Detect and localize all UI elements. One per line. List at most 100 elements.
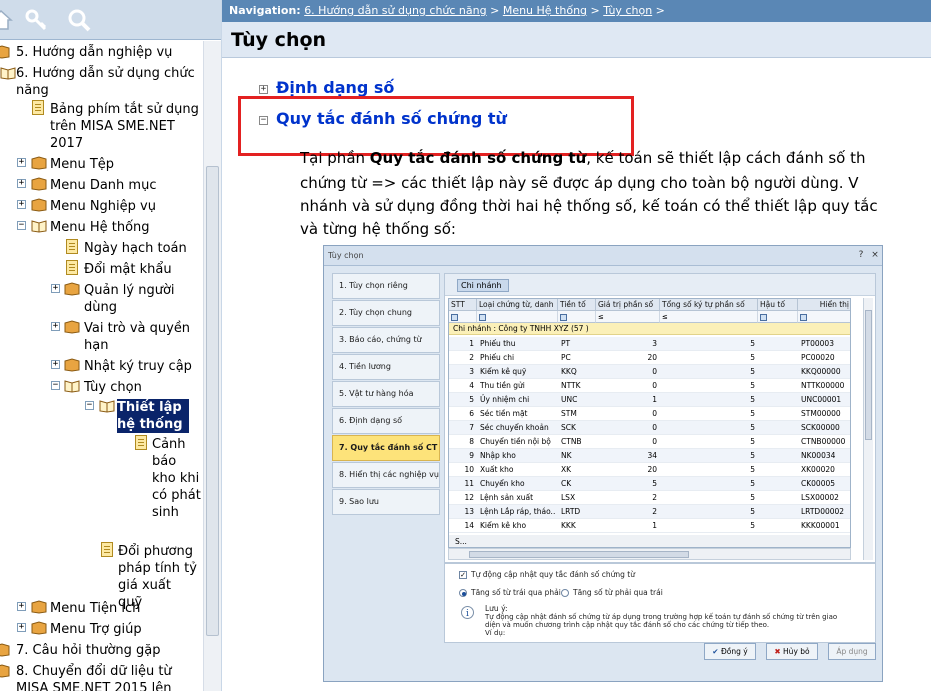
table-cell: 9 [469,451,474,460]
column-header: Loại chứng từ, danh [477,299,558,311]
table-cell: NK00034 [801,451,836,460]
radio-selected-icon [459,589,467,597]
dialog-menu-item-active: 7. Quy tắc đánh số CT [332,435,440,461]
tree-item-roles[interactable]: Vai trò và quyền hạn [84,320,194,354]
tree-item-menu-system[interactable]: Menu Hệ thống [50,219,200,236]
open-book-icon [0,66,16,80]
auto-update-label: Tự động cập nhật quy tắc đánh số chứng t… [471,570,635,579]
tree-item-menu-catalog[interactable]: Menu Danh mục [50,177,200,194]
table-cell: Nhập kho [480,451,516,460]
table-cell: 3 [469,367,474,376]
radio-icon [561,589,569,597]
expand-icon[interactable]: + [17,158,26,167]
cancel-button: ✖ Hủy bỏ [766,643,818,660]
search-icon[interactable] [66,7,92,33]
table-cell: Phiếu chi [480,353,515,362]
paragraph-line: và từng hệ thống số: [300,220,456,238]
table-cell: UNC [561,395,578,404]
tree-item-menu-utilities[interactable]: Menu Tiện ích [50,600,200,617]
note-title: Lưu ý: [485,604,508,613]
collapse-icon[interactable]: − [85,401,94,410]
breadcrumb-prefix: Navigation: [229,4,301,17]
table-cell: STM00000 [801,409,841,418]
home-icon[interactable] [0,7,14,33]
dialog-menu-item: 3. Báo cáo, chứng từ [332,327,440,353]
filter-icon [451,313,458,321]
table-cell: PC [561,353,571,362]
table-cell: CTNB [561,437,582,446]
tree-item-posting-date[interactable]: Ngày hạch toán [84,240,203,257]
table-cell: Séc chuyển khoản [480,423,549,432]
tree-item-menu-file[interactable]: Menu Tệp [50,156,200,173]
table-cell: Lệnh sản xuất [480,493,534,502]
table-cell: STM [561,409,577,418]
filter-cell [758,311,798,323]
tree-item-guide-business[interactable]: 5. Hướng dẫn nghiệp vụ [16,44,203,61]
table-cell: Phiếu thu [480,339,516,348]
open-book-icon [64,379,80,393]
column-header: STT [449,299,477,311]
table-row: 1 Phiếu thu PT 3 5 PT00003 [449,337,850,351]
breadcrumb-link-system[interactable]: Menu Hệ thống [503,4,587,17]
key-icon[interactable] [24,7,50,33]
breadcrumb-link-functions[interactable]: 6. Hướng dẫn sử dụng chức năng [304,4,486,17]
tree-item-faq[interactable]: 7. Câu hỏi thường gặp [16,642,203,659]
column-header: Giá trị phần số [596,299,660,311]
table-cell: 3 [652,339,657,348]
table-cell: 5 [750,367,755,376]
breadcrumb-link-options[interactable]: Tùy chọn [603,4,652,17]
expand-icon[interactable]: + [17,602,26,611]
expand-icon[interactable]: + [259,85,268,94]
tree-item-menu-help[interactable]: Menu Trợ giúp [50,621,200,638]
filter-cell: ≤ [596,311,660,323]
expand-icon[interactable]: + [51,360,60,369]
apply-button: Áp dụng [828,643,876,660]
table-cell: 1 [652,521,657,530]
dialog-menu-item: 8. Hiển thị các nghiệp vụ [332,462,440,488]
table-cell: 20 [647,353,657,362]
table-row: 7 Séc chuyển khoản SCK 0 5 SCK00000 [449,421,850,435]
radio-right-to-left-label: Tăng số từ phải qua trái [573,588,663,597]
breadcrumb: Navigation: 6. Hướng dẫn sử dụng chức nă… [222,0,931,22]
table-cell: CTNB00000 [801,437,846,446]
toc-scrollbar[interactable] [203,41,221,691]
tree-item-user-management[interactable]: Quản lý người dùng [84,282,194,316]
filter-icon [800,313,807,321]
expand-icon[interactable]: + [51,322,60,331]
table-cell: KKQ [561,367,577,376]
tree-item-menu-business[interactable]: Menu Nghiệp vụ [50,198,200,215]
collapse-icon[interactable]: − [51,381,60,390]
tree-item-guide-functions[interactable]: 6. Hướng dẫn sử dụng chức năng [16,65,196,99]
expand-icon[interactable]: + [17,623,26,632]
filter-icon [560,313,567,321]
dialog-menu: 1. Tùy chọn riêng 2. Tùy chọn chung 3. B… [332,273,440,518]
note-text: Tự động cập nhật đánh số chứng từ áp dụn… [485,613,838,621]
dialog-menu-item: 1. Tùy chọn riêng [332,273,440,299]
table-cell: KKK00001 [801,521,840,530]
expand-icon[interactable]: + [17,200,26,209]
table-cell: PT00003 [801,339,834,348]
table-cell: 12 [464,493,474,502]
svg-text:i: i [466,609,469,619]
tree-item-options[interactable]: Tùy chọn [84,379,199,396]
page-icon [32,100,44,115]
expand-icon[interactable]: + [51,284,60,293]
book-icon [31,156,47,170]
footer-row: S... [449,535,850,547]
collapse-icon[interactable]: − [17,221,26,230]
table-cell: 5 [750,339,755,348]
book-icon [31,621,47,635]
book-icon [31,600,47,614]
tree-item-stock-warning[interactable]: Cảnh báo kho khi có phát sinh [152,436,202,521]
tree-item-access-log[interactable]: Nhật ký truy cập [84,358,199,375]
tree-item-change-password[interactable]: Đổi mật khẩu [84,261,203,278]
expand-icon[interactable]: + [17,179,26,188]
table-cell: Kiểm kê quỹ [480,367,527,376]
scrollbar-thumb[interactable] [206,166,219,636]
table-cell: 0 [652,409,657,418]
tree-item-shortcuts[interactable]: Bảng phím tắt sử dụng trên MISA SME.NET … [50,101,200,152]
tree-item-system-setup-selected[interactable]: Thiết lập hệ thống [117,399,189,433]
tree-item-data-conversion[interactable]: 8. Chuyển đổi dữ liệu từ MISA SME.NET 20… [16,663,200,691]
dialog-menu-item: 6. Định dạng số [332,408,440,434]
book-icon [31,198,47,212]
